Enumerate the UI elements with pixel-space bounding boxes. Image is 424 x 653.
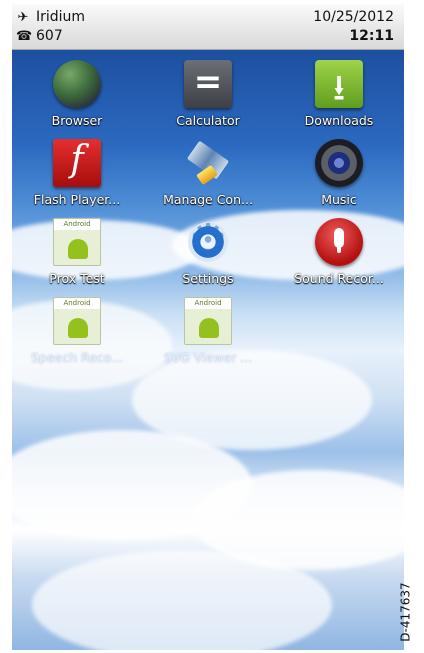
app-speech-recorder[interactable]: Speech Reco... [12, 287, 142, 365]
status-bar: ✈ Iridium ☎ 607 10/25/2012 12:11 [12, 4, 404, 50]
app-label: Downloads [304, 113, 374, 128]
app-music[interactable]: Music [274, 129, 404, 207]
app-svg-viewer[interactable]: SVG Viewer ... [143, 287, 273, 365]
android-app-icon [53, 218, 101, 266]
android-app-icon [184, 297, 232, 345]
status-left: ✈ Iridium ☎ 607 [16, 8, 85, 46]
app-manage-connections[interactable]: Manage Con... [143, 129, 273, 207]
app-label: Prox Test [49, 271, 105, 286]
app-label: Speech Reco... [30, 350, 124, 365]
music-speaker-icon [315, 139, 363, 187]
app-browser[interactable]: Browser [12, 50, 142, 128]
figure-id: D-417637 [399, 575, 424, 650]
app-label: Settings [182, 271, 234, 286]
carrier-name: Iridium [36, 9, 86, 25]
globe-icon [53, 60, 101, 108]
line-number: 607 [36, 28, 63, 44]
app-flash-player[interactable]: Flash Player... [12, 129, 142, 207]
phone-icon: ☎ [16, 29, 33, 44]
app-label: SVG Viewer ... [163, 350, 253, 365]
calculator-icon [184, 60, 232, 108]
phone-screen: ✈ Iridium ☎607 10/25/2012 12:11 Browser C… [12, 4, 404, 650]
status-right: 10/25/2012 12:11 [313, 8, 394, 46]
app-label: Music [321, 192, 357, 207]
app-settings[interactable]: Settings [143, 208, 273, 286]
figure-id-label: D-417637 [398, 582, 413, 642]
app-label: Calculator [176, 113, 240, 128]
satellite-icon [184, 139, 232, 187]
gear-icon [184, 215, 232, 266]
app-label: Browser [51, 113, 103, 128]
flash-icon [53, 139, 101, 187]
app-sound-recorder[interactable]: Sound Recor... [274, 208, 404, 286]
microphone-icon [315, 218, 363, 266]
app-prox-test[interactable]: Prox Test [12, 208, 142, 286]
app-label: Manage Con... [163, 192, 253, 207]
android-app-icon [53, 297, 101, 345]
status-date: 10/25/2012 [313, 9, 394, 25]
status-time: 12:11 [349, 28, 394, 44]
download-icon [315, 60, 363, 123]
app-label: Sound Recor... [294, 271, 384, 286]
satellite-signal-icon: ✈ [17, 10, 29, 25]
app-calculator[interactable]: Calculator [143, 50, 273, 128]
app-label: Flash Player... [33, 192, 121, 207]
app-grid: Browser Calculator Downloads Flash Playe… [12, 50, 404, 380]
app-downloads[interactable]: Downloads [274, 50, 404, 128]
